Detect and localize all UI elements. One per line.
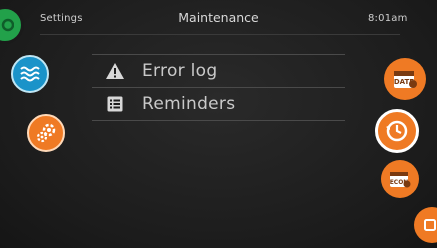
settings-button[interactable] [27,114,65,152]
exit-button[interactable] [414,207,437,243]
economy-button[interactable]: ECON [381,160,419,198]
calendar-icon: DATE [394,71,417,88]
water-waves-icon [20,66,40,82]
gear-icon [36,123,56,143]
date-button[interactable]: DATE [384,58,426,100]
warning-icon [104,60,126,82]
clock-icon [386,120,408,142]
maintenance-screen: Settings Maintenance 8:01am Error log Re… [0,0,437,248]
clock-time: 8:01am [368,13,408,24]
list-icon [104,93,126,115]
calendar-icon: ECON [390,172,411,188]
water-button[interactable] [11,55,49,93]
menu-item-label: Error log [142,61,218,81]
power-icon [1,18,14,32]
header-divider [40,34,400,35]
menu-item-label: Reminders [142,94,236,114]
menu-item-error-log[interactable]: Error log [92,54,345,88]
time-button[interactable] [375,109,419,153]
menu-item-reminders[interactable]: Reminders [92,88,345,121]
exit-icon [424,219,436,231]
